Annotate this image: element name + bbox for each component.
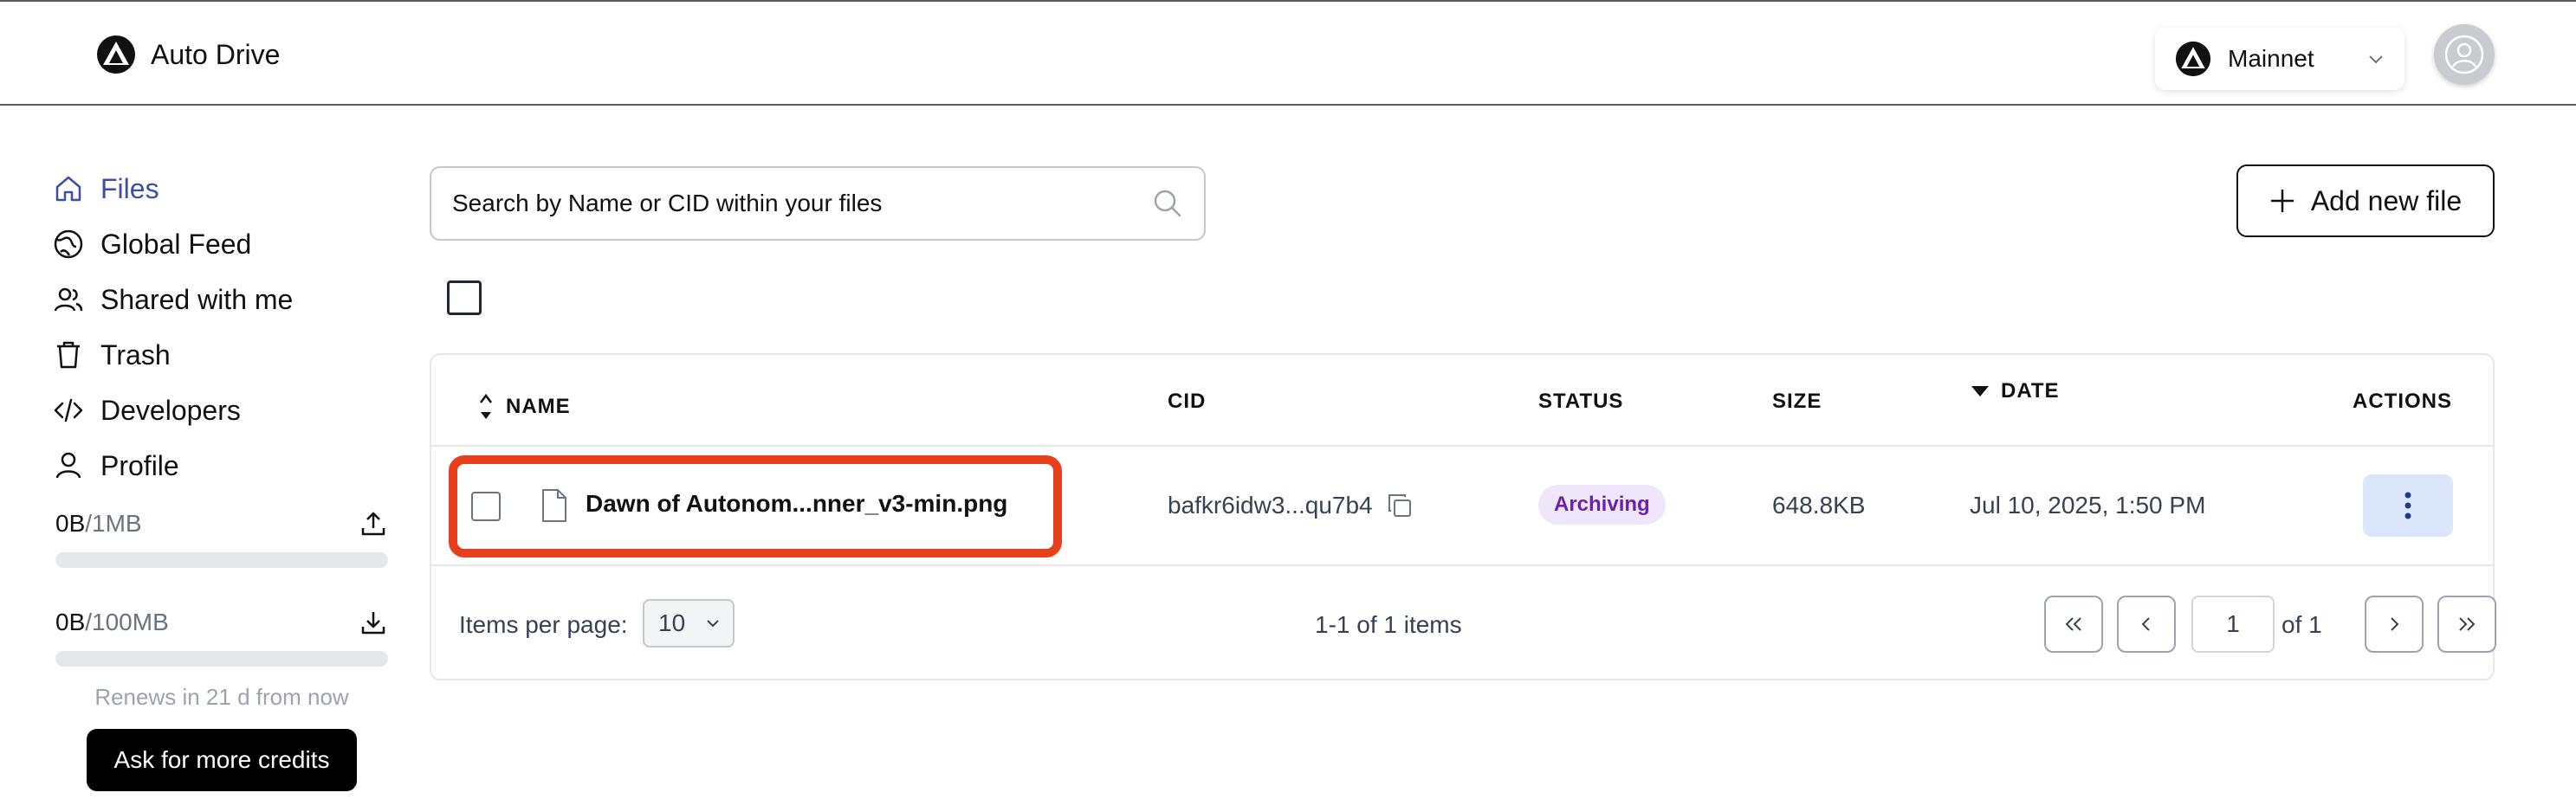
- chevrons-left-icon: [2065, 617, 2081, 631]
- code-icon: [54, 398, 83, 422]
- items-per-page-value: 10: [658, 609, 686, 636]
- highlight-box: [449, 455, 1062, 557]
- home-icon: [55, 176, 81, 202]
- first-page-button[interactable]: [2044, 596, 2103, 653]
- chevron-right-icon: [2391, 617, 2399, 631]
- brand[interactable]: Auto Drive: [95, 35, 280, 74]
- column-header-name[interactable]: NAME: [478, 391, 571, 422]
- user-avatar-icon: [2444, 35, 2484, 74]
- sidebar-item-label: Files: [100, 172, 159, 204]
- chevron-down-icon: [2369, 55, 2383, 64]
- prev-page-button[interactable]: [2117, 596, 2176, 653]
- items-per-page-label: Items per page:: [459, 611, 628, 638]
- column-header-status: STATUS: [1538, 390, 1624, 413]
- globe-icon: [54, 229, 83, 259]
- upload-quota-bar: [55, 552, 388, 568]
- column-header-cid: CID: [1168, 390, 1207, 413]
- footer-divider: [431, 564, 2493, 566]
- ask-credits-button[interactable]: Ask for more credits: [87, 729, 357, 791]
- select-all-checkbox[interactable]: [447, 280, 482, 315]
- column-header-size: SIZE: [1772, 390, 1822, 413]
- sidebar-item-profile[interactable]: Profile: [52, 438, 398, 493]
- page-number-input[interactable]: 1: [2191, 596, 2275, 653]
- app-title: Auto Drive: [151, 38, 281, 70]
- chevrons-right-icon: [2459, 617, 2476, 631]
- sidebar-item-files[interactable]: Files: [52, 161, 398, 216]
- top-header: Auto Drive Mainnet: [0, 0, 2576, 106]
- sidebar-item-label: Global Feed: [100, 228, 252, 260]
- column-header-label: DATE: [2001, 379, 2060, 403]
- avatar[interactable]: [2434, 24, 2495, 85]
- search-icon[interactable]: [1152, 188, 1183, 219]
- sort-icon[interactable]: [478, 391, 494, 422]
- copy-icon[interactable]: [1386, 492, 1414, 519]
- items-per-page-select[interactable]: 10: [643, 599, 735, 648]
- upload-quota: 0B/1MB: [55, 509, 388, 568]
- sort-desc-icon[interactable]: [1970, 384, 1990, 398]
- download-quota-text: 0B/100MB: [55, 609, 169, 635]
- download-quota-bar: [55, 651, 388, 667]
- users-icon: [54, 287, 83, 312]
- column-header-label: NAME: [506, 395, 571, 418]
- search-input[interactable]: Search by Name or CID within your files: [430, 166, 1206, 241]
- status-badge: Archiving: [1538, 485, 1666, 525]
- sidebar-item-global-feed[interactable]: Global Feed: [52, 216, 398, 272]
- column-header-date[interactable]: DATE: [1970, 379, 2060, 403]
- items-summary: 1-1 of 1 items: [1315, 611, 1462, 638]
- add-new-file-label: Add new file: [2310, 184, 2463, 216]
- add-new-file-button[interactable]: Add new file: [2236, 164, 2495, 237]
- sidebar-item-trash[interactable]: Trash: [52, 327, 398, 383]
- network-label: Mainnet: [2228, 45, 2314, 72]
- download-quota: 0B/100MB: [55, 608, 388, 667]
- download-icon[interactable]: [359, 608, 388, 637]
- file-date: Jul 10, 2025, 1:50 PM: [1970, 492, 2206, 519]
- chevron-left-icon: [2141, 617, 2150, 631]
- more-vertical-icon: [2404, 492, 2411, 519]
- file-size: 648.8KB: [1772, 492, 1866, 519]
- sidebar-item-developers[interactable]: Developers: [52, 383, 398, 438]
- column-header-actions: ACTIONS: [2353, 390, 2452, 413]
- upload-quota-text: 0B/1MB: [55, 510, 142, 537]
- network-selector[interactable]: Mainnet: [2155, 28, 2404, 90]
- sidebar-item-label: Profile: [100, 449, 179, 481]
- upload-icon[interactable]: [359, 509, 388, 538]
- row-actions-button[interactable]: [2363, 474, 2453, 537]
- header-divider: [431, 445, 2493, 447]
- user-icon: [55, 452, 81, 479]
- sidebar: Files Global Feed Shared with me Trash D…: [52, 161, 398, 493]
- plus-icon: [2270, 189, 2294, 213]
- network-logo-icon: [2175, 41, 2211, 77]
- renews-text: Renews in 21 d from now: [94, 684, 349, 710]
- sidebar-item-label: Developers: [100, 394, 241, 426]
- files-table: NAME CID STATUS SIZE DATE ACTIONS Dawn o…: [430, 353, 2496, 680]
- sidebar-item-label: Shared with me: [100, 283, 294, 315]
- file-cid: bafkr6idw3...qu7b4: [1168, 492, 1373, 519]
- trash-icon: [57, 341, 80, 369]
- auto-drive-logo-icon: [97, 35, 135, 74]
- next-page-button[interactable]: [2365, 596, 2424, 653]
- page-total: of 1: [2282, 611, 2322, 638]
- last-page-button[interactable]: [2437, 596, 2496, 653]
- search-placeholder: Search by Name or CID within your files: [452, 190, 883, 216]
- sidebar-item-shared[interactable]: Shared with me: [52, 272, 398, 327]
- sidebar-item-label: Trash: [100, 338, 171, 371]
- chevron-down-icon: [707, 620, 719, 628]
